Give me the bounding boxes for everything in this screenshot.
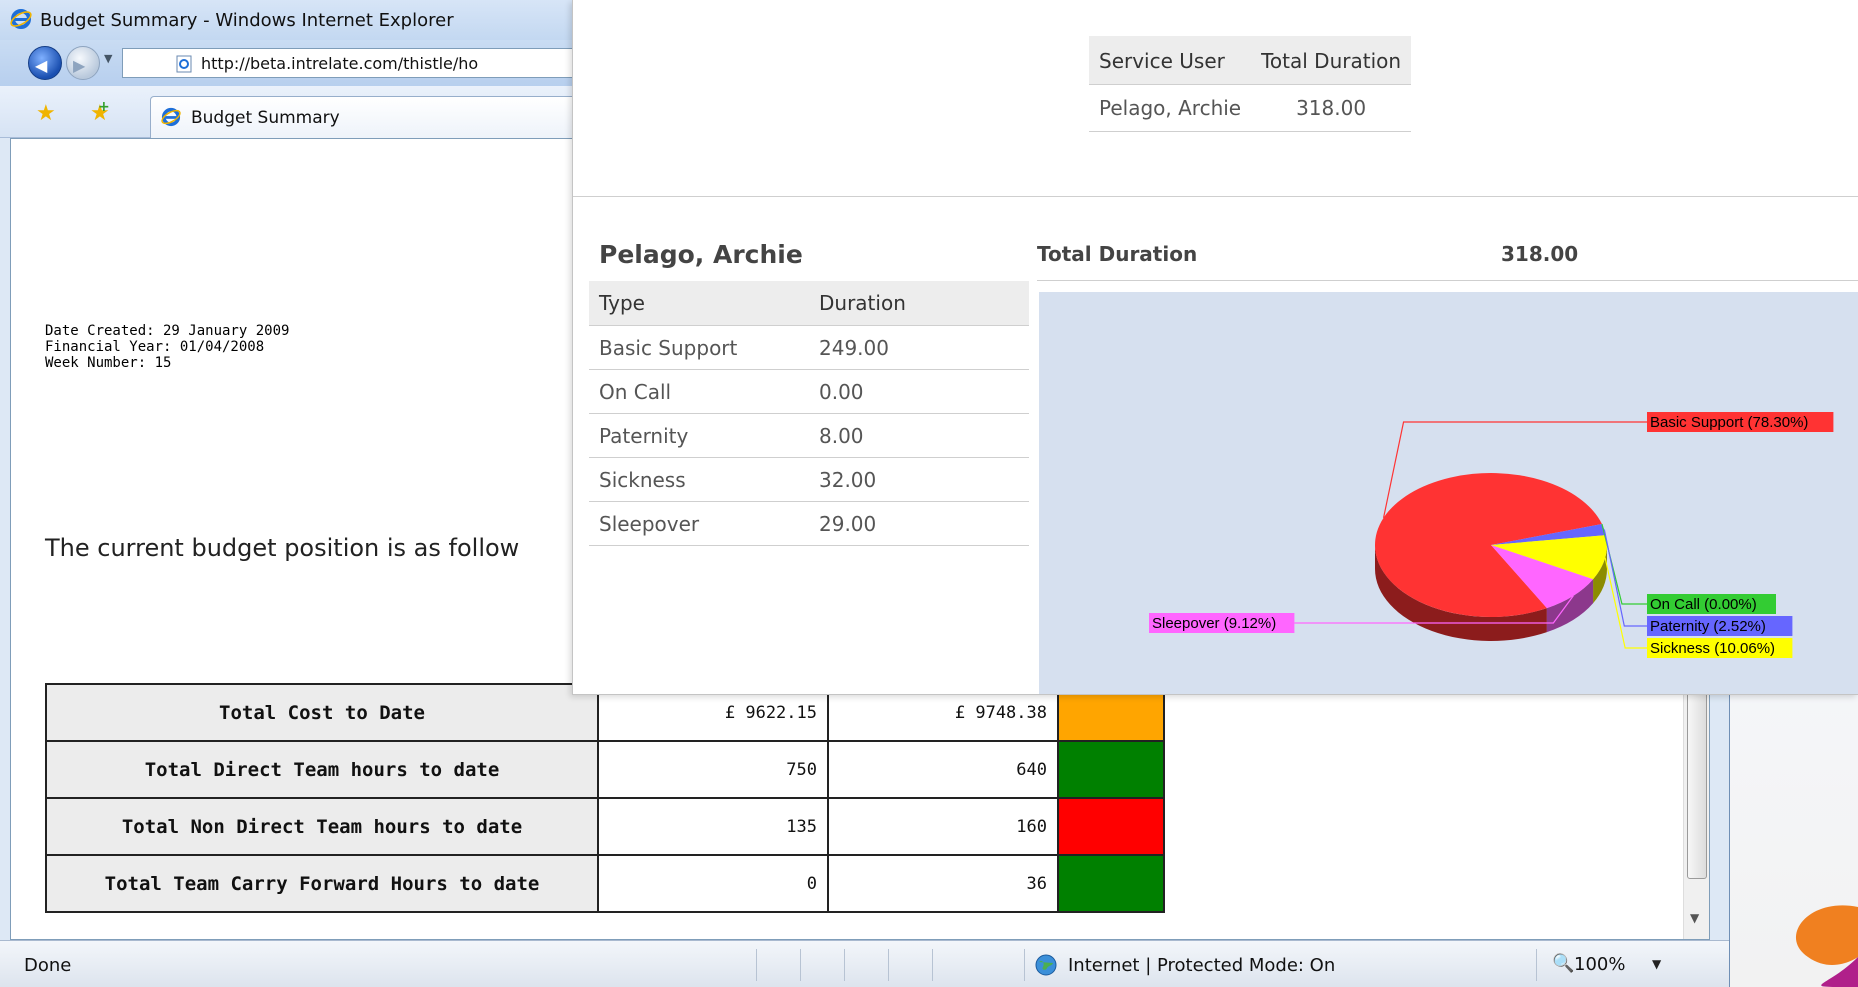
pie-label: On Call (0.00%) (1650, 596, 1757, 613)
magnifier-icon: 🔍 (1552, 953, 1575, 974)
row-value-2: 36 (827, 854, 1059, 913)
table-header-row: Type Duration (589, 281, 1029, 326)
table-row: Total Direct Team hours to date 750 640 (45, 740, 1165, 799)
duration-cell: 29.00 (809, 501, 1029, 546)
type-cell: On Call (589, 369, 809, 414)
row-value-1: 0 (597, 854, 829, 913)
recent-pages-dropdown[interactable]: ▼ (104, 52, 112, 65)
type-cell: Paternity (589, 413, 809, 458)
table-row: Paternity 8.00 (589, 413, 1029, 458)
table-row: Total Non Direct Team hours to date 135 … (45, 797, 1165, 856)
status-bar: Done Internet | Protected Mode: On 🔍 100… (0, 940, 1729, 987)
table-row: Total Team Carry Forward Hours to date 0… (45, 854, 1165, 913)
url-text: http://beta.intrelate.com/thistle/ho (201, 54, 479, 73)
status-text: Done (24, 955, 72, 976)
status-divider (932, 949, 933, 981)
status-indicator (1057, 740, 1165, 799)
header-rule (1037, 280, 1858, 281)
type-cell: Sleepover (589, 501, 809, 546)
status-indicator (1057, 797, 1165, 856)
week-number: Week Number: 15 (45, 355, 172, 371)
date-created: Date Created: 29 January 2009 (45, 323, 290, 339)
column-header: Total Duration (1251, 36, 1412, 85)
table-row[interactable]: Pelago, Archie 318.00 (1089, 84, 1412, 132)
duration-cell: 249.00 (809, 325, 1029, 370)
type-cell: Sickness (589, 457, 809, 502)
internet-explorer-icon (161, 107, 181, 127)
row-value-1: 750 (597, 740, 829, 799)
pie-chart: Basic Support (78.30%) On Call (0.00%) Pat… (1149, 412, 1834, 658)
pie-leader-line (1604, 557, 1647, 649)
page-icon (176, 55, 192, 73)
row-value-1: 135 (597, 797, 829, 856)
section-divider (573, 196, 1858, 197)
status-divider (888, 949, 889, 981)
column-header: Type (589, 281, 809, 326)
window-title: Budget Summary - Windows Internet Explor… (40, 10, 454, 31)
intro-text: The current budget position is as follow (45, 534, 520, 562)
row-value-2: 160 (827, 797, 1059, 856)
total-duration-label: Total Duration (1037, 242, 1198, 266)
status-divider (1536, 949, 1537, 981)
status-divider (1024, 949, 1025, 981)
table-row: Sleepover 29.00 (589, 501, 1029, 546)
budget-table: Total Cost to Date £ 9622.15 £ 9748.38 T… (45, 683, 1165, 913)
zoom-dropdown-icon[interactable]: ▼ (1652, 957, 1661, 971)
pie-label: Basic Support (78.30%) (1650, 414, 1808, 431)
column-header: Service User (1089, 36, 1252, 85)
duration-table: Type Duration Basic Support 249.00 On Ca… (589, 281, 1029, 546)
add-favorites-icon[interactable]: ★ + (90, 99, 110, 126)
report-meta: Date Created: 29 January 2009 Financial … (45, 323, 289, 371)
forward-arrow-icon: ▶ (73, 56, 86, 75)
zoom-level[interactable]: 100% (1574, 954, 1625, 975)
service-user-name[interactable]: Pelago, Archie (1089, 84, 1252, 132)
status-divider (844, 949, 845, 981)
tab-budget-summary[interactable]: Budget Summary (150, 96, 590, 138)
pie-label: Sickness (10.06%) (1650, 640, 1775, 657)
internet-explorer-icon (10, 9, 32, 29)
table-row: Basic Support 249.00 (589, 325, 1029, 370)
status-indicator (1057, 854, 1165, 913)
security-zone[interactable]: Internet | Protected Mode: On (1068, 955, 1335, 976)
table-header-row: Service User Total Duration (1089, 36, 1412, 85)
person-name: Pelago, Archie (599, 240, 803, 269)
service-user-table: Service User Total Duration Pelago, Arch… (1089, 36, 1412, 132)
duration-cell: 0.00 (809, 369, 1029, 414)
globe-icon (1035, 954, 1057, 976)
duration-cell: 8.00 (809, 413, 1029, 458)
pie-chart-panel: Basic Support (78.30%) On Call (0.00%) Pat… (1039, 292, 1858, 694)
column-header: Duration (809, 281, 1029, 326)
status-divider (756, 949, 757, 981)
pie-leader-line (1601, 523, 1647, 605)
table-row: On Call 0.00 (589, 369, 1029, 414)
service-user-duration: 318.00 (1251, 84, 1412, 132)
pie-label: Paternity (2.52%) (1650, 618, 1766, 635)
row-value-2: 640 (827, 740, 1059, 799)
status-divider (800, 949, 801, 981)
row-label: Total Team Carry Forward Hours to date (45, 854, 599, 913)
type-cell: Basic Support (589, 325, 809, 370)
scroll-down-arrow-icon[interactable]: ▼ (1690, 911, 1699, 925)
favorites-star-icon[interactable]: ★ (36, 101, 56, 126)
financial-year: Financial Year: 01/04/2008 (45, 339, 265, 355)
table-row: Sickness 32.00 (589, 457, 1029, 502)
tab-label: Budget Summary (191, 108, 340, 128)
row-label: Total Non Direct Team hours to date (45, 797, 599, 856)
total-duration-value: 318.00 (1501, 242, 1579, 266)
pie-label: Sleepover (9.12%) (1152, 615, 1276, 632)
report-popup: Service User Total Duration Pelago, Arch… (572, 0, 1858, 695)
forward-button[interactable]: ▶ (66, 46, 100, 80)
decorative-swirl-icon (1796, 905, 1858, 987)
row-label: Total Direct Team hours to date (45, 740, 599, 799)
row-label: Total Cost to Date (45, 683, 599, 742)
back-arrow-icon: ◀ (35, 56, 48, 75)
pie-leader-line (1603, 529, 1647, 627)
duration-cell: 32.00 (809, 457, 1029, 502)
back-button[interactable]: ◀ (28, 46, 62, 80)
